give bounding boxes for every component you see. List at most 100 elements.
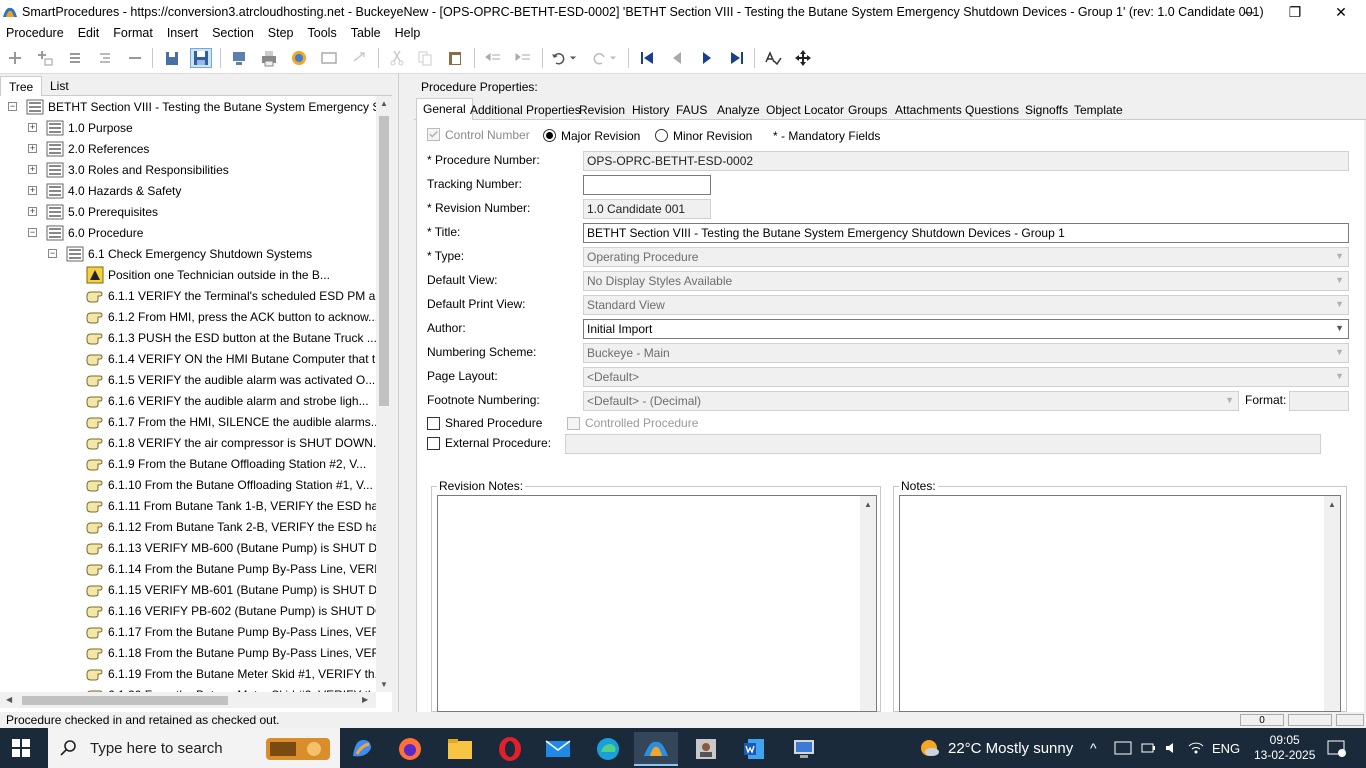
browser-icon[interactable] — [288, 48, 310, 68]
menu-edit[interactable]: Edit — [78, 26, 100, 40]
print-icon[interactable] — [258, 48, 280, 68]
firefox-icon[interactable] — [388, 732, 432, 766]
redo-dropdown-icon[interactable] — [606, 48, 620, 68]
menu-format[interactable]: Format — [113, 26, 153, 40]
notes-textarea[interactable]: ▲ — [899, 495, 1341, 712]
tree-section[interactable]: +1.0 Purpose — [28, 117, 133, 138]
menu-insert[interactable]: Insert — [167, 26, 198, 40]
notifications-icon[interactable] — [1326, 728, 1346, 768]
word-icon[interactable] — [732, 732, 776, 766]
undo-dropdown-icon[interactable] — [566, 48, 580, 68]
tree-step[interactable]: 6.1.20 From the Butane Meter Skid #2, VE… — [86, 684, 376, 692]
tree-step[interactable]: 6.1.4 VERIFY ON the HMI Butane Computer … — [86, 348, 376, 369]
format-field[interactable] — [1289, 391, 1349, 411]
tree-section[interactable]: +5.0 Prerequisites — [28, 201, 158, 222]
edge-icon[interactable] — [586, 732, 630, 766]
collapse-icon[interactable]: − — [48, 249, 57, 258]
scroll-left-icon[interactable]: ◀ — [6, 695, 12, 704]
tree-section[interactable]: − 6.0 Procedure — [28, 222, 143, 243]
controlled-procedure-checkbox[interactable] — [567, 417, 580, 430]
major-revision-radio[interactable] — [543, 129, 556, 142]
tree-section[interactable]: +3.0 Roles and Responsibilities — [28, 159, 229, 180]
tree-step[interactable]: 6.1.12 From Butane Tank 2-B, VERIFY the … — [86, 516, 376, 537]
footnote-numbering-select[interactable]: <Default> - (Decimal) ▼ — [583, 391, 1239, 411]
move-icon[interactable] — [792, 48, 814, 68]
tree-step[interactable]: 6.1.2 From HMI, press the ACK button to … — [86, 306, 376, 327]
tree-vertical-scrollbar[interactable]: ▲ ▼ — [376, 96, 392, 692]
tree-step[interactable]: 6.1.9 From the Butane Offloading Station… — [86, 453, 366, 474]
tree-horizontal-scrollbar[interactable]: ◀ ▶ — [0, 692, 376, 708]
last-icon[interactable] — [726, 48, 748, 68]
tree-step[interactable]: 6.1.18 From the Butane Pump By-Pass Line… — [86, 642, 376, 663]
tree-step[interactable]: 6.1.10 From the Butane Offloading Statio… — [86, 474, 373, 495]
revision-notes-textarea[interactable]: ▲ — [437, 495, 877, 712]
list-indent-icon[interactable] — [94, 48, 116, 68]
tree-section[interactable]: +4.0 Hazards & Safety — [28, 180, 181, 201]
page-layout-select[interactable]: <Default> ▼ — [583, 367, 1349, 387]
remote-desktop-icon[interactable] — [782, 732, 826, 766]
tree-step[interactable]: 6.1.8 VERIFY the air compressor is SHUT … — [86, 432, 376, 453]
scroll-up-icon[interactable]: ▲ — [1328, 500, 1336, 509]
scroll-thumb[interactable] — [379, 116, 389, 406]
previous-icon[interactable] — [666, 48, 688, 68]
smartprocedures-taskbar-icon[interactable] — [634, 732, 678, 766]
tree-step[interactable]: 6.1.16 VERIFY PB-602 (Butane Pump) is SH… — [86, 600, 376, 621]
tree-step[interactable]: Position one Technician outside in the B… — [86, 264, 330, 285]
tab-attachments[interactable]: Attachments — [889, 100, 968, 120]
remove-icon[interactable] — [124, 48, 146, 68]
type-select[interactable]: Operating Procedure ▼ — [583, 247, 1349, 267]
control-number-checkbox[interactable] — [427, 128, 440, 141]
add-child-icon[interactable] — [34, 48, 56, 68]
first-icon[interactable] — [636, 48, 658, 68]
menu-table[interactable]: Table — [351, 26, 381, 40]
collapse-icon[interactable]: − — [28, 228, 37, 237]
tab-history[interactable]: History — [626, 100, 675, 120]
indent-icon[interactable] — [512, 48, 534, 68]
tab-questions[interactable]: Questions — [959, 100, 1025, 120]
tree-root[interactable]: − BETHT Section VIII - Testing the Butan… — [8, 96, 376, 117]
tab-object-locator[interactable]: Object Locator — [760, 100, 850, 120]
scroll-right-icon[interactable]: ▶ — [362, 695, 368, 704]
minor-revision-radio[interactable] — [655, 129, 668, 142]
clock[interactable]: 09:05 13-02-2025 — [1254, 728, 1315, 768]
tree-step[interactable]: 6.1.11 From Butane Tank 1-B, VERIFY the … — [86, 495, 376, 516]
numbering-scheme-select[interactable]: Buckeye - Main ▼ — [583, 343, 1349, 363]
save-all-icon[interactable] — [162, 48, 184, 68]
outdent-icon[interactable] — [482, 48, 504, 68]
volume-icon[interactable] — [1164, 740, 1180, 756]
add-icon[interactable] — [4, 48, 26, 68]
menu-procedure[interactable]: Procedure — [6, 26, 64, 40]
publish-icon[interactable] — [228, 48, 250, 68]
weather-widget[interactable]: 22°C Mostly sunny — [918, 728, 1073, 768]
spell-check-icon[interactable] — [762, 48, 784, 68]
external-procedure-checkbox[interactable] — [427, 437, 440, 450]
tab-revision[interactable]: Revision — [573, 100, 631, 120]
show-hidden-icons[interactable]: ^ — [1090, 728, 1097, 768]
author-select[interactable]: Initial Import ▼ — [583, 319, 1349, 339]
menu-step[interactable]: Step — [268, 26, 294, 40]
tree-step[interactable]: 6.1.19 From the Butane Meter Skid #1, VE… — [86, 663, 376, 684]
panel-splitter[interactable] — [398, 74, 406, 714]
textarea-scrollbar[interactable]: ▲ — [1324, 496, 1340, 711]
cut-icon[interactable] — [386, 48, 408, 68]
remote-app-icon[interactable] — [684, 732, 728, 766]
scroll-thumb[interactable] — [22, 696, 228, 705]
next-icon[interactable] — [696, 48, 718, 68]
tree-subsection[interactable]: − 6.1 Check Emergency Shutdown Systems — [48, 243, 312, 264]
tab-list[interactable]: List — [42, 76, 77, 96]
tree-step[interactable]: 6.1.7 From the HMI, SILENCE the audible … — [86, 411, 376, 432]
tracking-number-field[interactable] — [583, 175, 711, 195]
paste-icon[interactable] — [444, 48, 466, 68]
expand-icon[interactable]: + — [28, 207, 37, 216]
file-explorer-icon[interactable] — [438, 732, 482, 766]
tab-additional-properties[interactable]: Additional Properties — [464, 100, 587, 120]
windows-start-icon[interactable] — [12, 739, 30, 760]
expand-icon[interactable]: + — [28, 165, 37, 174]
tree-step[interactable]: 6.1.3 PUSH the ESD button at the Butane … — [86, 327, 376, 348]
procedure-number-field[interactable]: OPS-OPRC-BETHT-ESD-0002 — [583, 151, 1349, 171]
expand-icon[interactable]: + — [28, 123, 37, 132]
tree-step[interactable]: 6.1.1 VERIFY the Terminal's scheduled ES… — [86, 285, 376, 306]
tree-step[interactable]: 6.1.14 From the Butane Pump By-Pass Line… — [86, 558, 376, 579]
minimize-button[interactable]: ─ — [1226, 0, 1272, 24]
preview-icon[interactable] — [318, 48, 340, 68]
